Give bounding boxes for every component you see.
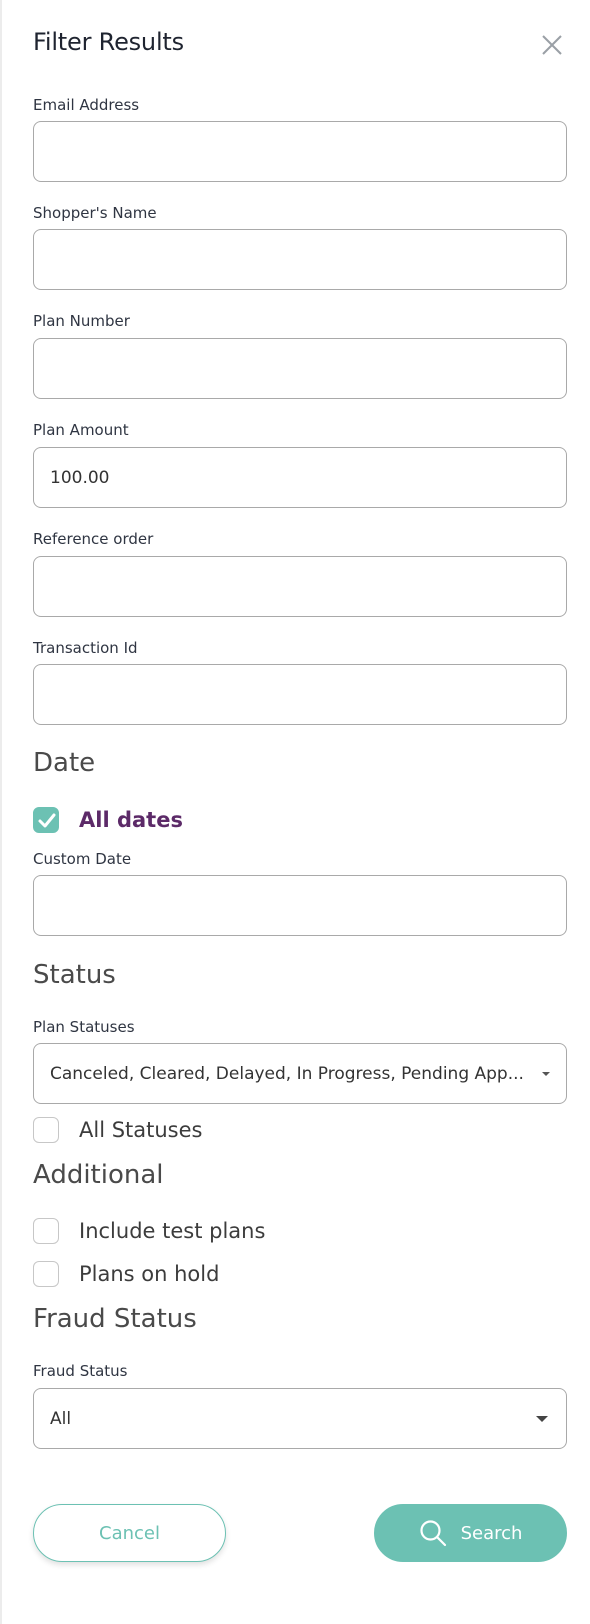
cancel-button-label: Cancel [99, 1522, 160, 1544]
additional-heading: Additional [33, 1160, 164, 1190]
checkmark-icon [38, 813, 56, 828]
custom-date-label: Custom Date [33, 850, 132, 868]
plan-statuses-value: Canceled, Cleared, Delayed, In Progress,… [50, 1063, 524, 1084]
caret-down-icon [542, 1071, 550, 1076]
plans-on-hold-row[interactable]: Plans on hold [33, 1260, 219, 1288]
plan-number-input[interactable] [33, 338, 567, 399]
plans-on-hold-checkbox[interactable] [33, 1261, 59, 1287]
custom-date-input[interactable] [33, 875, 567, 936]
transaction-id-input[interactable] [33, 664, 567, 725]
email-input[interactable] [33, 121, 567, 182]
fraud-status-heading: Fraud Status [33, 1304, 197, 1334]
reference-order-input[interactable] [33, 556, 567, 617]
fraud-status-select[interactable]: All [33, 1388, 567, 1449]
reference-order-label: Reference order [33, 530, 154, 548]
all-dates-checkbox[interactable] [33, 807, 59, 833]
include-test-plans-label: Include test plans [79, 1219, 266, 1243]
plan-amount-label: Plan Amount [33, 421, 129, 439]
all-dates-checkbox-row[interactable]: All dates [33, 806, 183, 834]
search-button-label: Search [460, 1522, 523, 1544]
plan-number-label: Plan Number [33, 312, 130, 330]
caret-down-icon [536, 1415, 548, 1422]
all-statuses-label: All Statuses [79, 1118, 203, 1142]
shopper-name-input[interactable] [33, 229, 567, 290]
search-button[interactable]: Search [374, 1504, 567, 1562]
page-edge-divider [0, 0, 2, 1624]
date-heading: Date [33, 748, 96, 778]
fraud-status-label: Fraud Status [33, 1362, 128, 1380]
all-statuses-checkbox[interactable] [33, 1117, 59, 1143]
email-label: Email Address [33, 96, 140, 114]
panel-header: Filter Results [33, 28, 567, 64]
plan-amount-input[interactable] [33, 447, 567, 508]
panel-title: Filter Results [33, 28, 184, 56]
shopper-name-label: Shopper's Name [33, 204, 157, 222]
search-icon [419, 1520, 446, 1547]
fraud-status-value: All [50, 1408, 72, 1429]
transaction-id-label: Transaction Id [33, 639, 138, 657]
plans-on-hold-label: Plans on hold [79, 1262, 220, 1286]
all-dates-label: All dates [79, 808, 183, 832]
close-icon [542, 35, 562, 55]
include-test-plans-checkbox[interactable] [33, 1218, 59, 1244]
status-heading: Status [33, 960, 116, 990]
cancel-button[interactable]: Cancel [33, 1504, 226, 1562]
plan-statuses-select[interactable]: Canceled, Cleared, Delayed, In Progress,… [33, 1043, 567, 1104]
plan-statuses-label: Plan Statuses [33, 1018, 135, 1036]
all-statuses-checkbox-row[interactable]: All Statuses [33, 1116, 203, 1144]
include-test-plans-row[interactable]: Include test plans [33, 1217, 265, 1245]
close-button[interactable] [539, 32, 565, 58]
